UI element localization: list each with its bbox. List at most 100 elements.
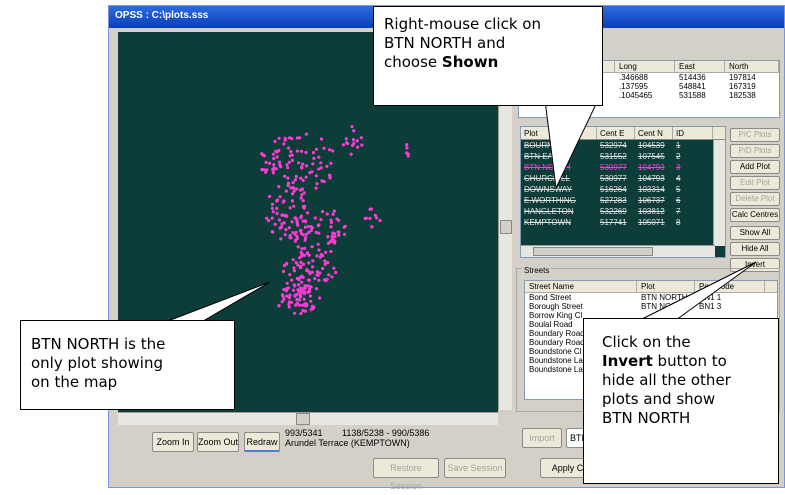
column-header[interactable]: Plot xyxy=(637,281,695,292)
plot-point xyxy=(300,280,304,284)
plot-row[interactable]: CHURCHILL 530977 104793 4 xyxy=(521,173,725,184)
plot-row[interactable]: BTN NORTH 530977 104793 3 xyxy=(521,162,725,173)
plot-row[interactable]: BTN EAST 531552 107545 2 xyxy=(521,151,725,162)
plot-point xyxy=(326,261,330,265)
plot-point xyxy=(304,132,308,136)
plot-row[interactable]: DOWNSWAY 516264 103314 5 xyxy=(521,184,725,195)
plot-point xyxy=(277,218,281,222)
redraw-button[interactable]: Redraw xyxy=(244,432,280,452)
plot-point xyxy=(288,273,292,277)
scroll-thumb[interactable] xyxy=(500,220,512,234)
edit-plot-button[interactable]: Edit Plot xyxy=(730,176,780,190)
scroll-thumb[interactable] xyxy=(296,413,310,425)
plot-point xyxy=(296,245,300,249)
plot-point xyxy=(359,136,363,140)
delete-plot-button[interactable]: Delete Plot xyxy=(730,192,780,206)
plot-point xyxy=(336,230,340,234)
cell: 107545 xyxy=(638,152,665,161)
plot-point xyxy=(307,230,311,234)
cell: CHURCHILL xyxy=(524,174,570,183)
column-header[interactable]: Cent E xyxy=(597,127,635,139)
plot-point xyxy=(284,189,288,193)
plot-point xyxy=(334,270,338,275)
plot-point xyxy=(303,204,307,208)
plot-point xyxy=(290,199,295,203)
plot-point xyxy=(282,221,286,225)
callout-line: plots and show xyxy=(602,390,716,408)
plot-point xyxy=(370,225,374,229)
scroll-thumb[interactable] xyxy=(533,247,653,256)
plot-point xyxy=(309,299,313,303)
plot-point xyxy=(301,178,305,182)
callout-line: Click on the xyxy=(602,333,691,351)
save-session-button[interactable]: Save Session xyxy=(444,458,506,478)
list-horizontal-scrollbar[interactable] xyxy=(521,245,715,257)
plot-point xyxy=(405,146,409,150)
calc-centres-button[interactable]: Calc Centres xyxy=(730,208,780,222)
cell: 104793 xyxy=(638,163,665,172)
plot-point xyxy=(308,294,312,298)
map-horizontal-scrollbar[interactable] xyxy=(118,412,498,425)
zoom-in-button[interactable]: Zoom In xyxy=(152,432,194,452)
location-label: Arundel Terrace (KEMPTOWN) xyxy=(285,438,410,448)
plot-point xyxy=(331,149,335,153)
zoom-out-button[interactable]: Zoom Out xyxy=(197,432,239,452)
callout-line: on the map xyxy=(31,373,118,391)
plot-point xyxy=(315,287,319,291)
add-plot-button[interactable]: Add Plot xyxy=(730,160,780,174)
cell: 103314 xyxy=(638,185,665,194)
plot-row[interactable]: KEMPTOWN 517741 105071 8 xyxy=(521,217,725,228)
p-c-plots-button[interactable]: P/C Plots xyxy=(730,128,780,142)
plot-point xyxy=(282,297,286,301)
plot-point xyxy=(291,258,295,262)
plot-point xyxy=(288,154,292,158)
show-all-button[interactable]: Show All xyxy=(730,226,780,240)
cell: 531552 xyxy=(600,152,627,161)
p-d-plots-button[interactable]: P/D Plots xyxy=(730,144,780,158)
column-header[interactable]: Cent N xyxy=(635,127,673,139)
plot-point xyxy=(277,136,281,140)
plot-point xyxy=(304,175,308,179)
plot-point xyxy=(324,250,328,254)
plot-point xyxy=(280,225,284,229)
plot-point xyxy=(268,194,272,199)
cell: 548841 xyxy=(679,82,706,91)
plots-list[interactable]: Plot Cent E Cent N ID BOURNE 532974 104539… xyxy=(520,126,726,258)
street-row[interactable]: Bond Street BTN NORTH BN1 1 xyxy=(525,293,777,302)
cell: 106737 xyxy=(638,196,665,205)
plot-point xyxy=(301,199,305,203)
column-header[interactable]: PostCode xyxy=(695,281,765,292)
restore-session-button[interactable]: Restore Session xyxy=(373,458,439,491)
plot-row[interactable]: HANGLETON 532269 103812 7 xyxy=(521,206,725,217)
cell: 2 xyxy=(676,152,681,161)
plot-point xyxy=(351,138,355,142)
column-header[interactable]: Plot xyxy=(521,127,597,139)
plot-point xyxy=(292,283,296,287)
plot-point xyxy=(295,298,299,302)
plot-point xyxy=(315,273,319,277)
plot-point xyxy=(310,226,314,230)
plot-point xyxy=(278,195,282,199)
plot-point xyxy=(333,235,337,239)
plot-point xyxy=(327,273,331,277)
plot-point xyxy=(317,223,321,227)
plot-point xyxy=(342,225,346,229)
plot-point xyxy=(286,176,290,180)
plot-point xyxy=(295,221,299,226)
callout-text: button to xyxy=(652,352,727,370)
list-vertical-scrollbar[interactable] xyxy=(713,140,725,246)
street-row[interactable]: Borough Street BTN NORTH BN1 3 xyxy=(525,302,777,311)
cell: 1 xyxy=(676,141,681,150)
hide-all-button[interactable]: Hide All xyxy=(730,242,780,256)
plot-point xyxy=(290,220,294,224)
plot-row[interactable]: BOURNE 532974 104539 1 xyxy=(521,140,725,151)
column-header[interactable]: ID xyxy=(673,127,713,139)
plot-point xyxy=(322,146,326,150)
plot-point xyxy=(283,233,287,237)
column-header[interactable]: Street Name xyxy=(525,281,637,292)
plot-row[interactable]: E.WORTHING 527283 106737 6 xyxy=(521,195,725,206)
plot-point xyxy=(293,178,297,182)
plot-point xyxy=(285,281,289,285)
plot-point xyxy=(351,143,355,147)
import-button[interactable]: Import xyxy=(522,428,562,448)
